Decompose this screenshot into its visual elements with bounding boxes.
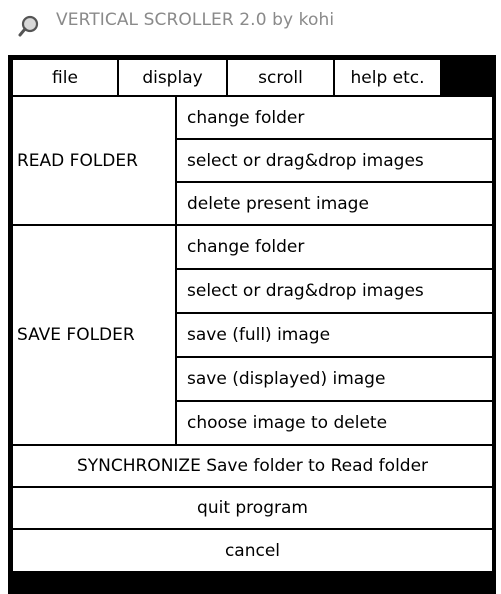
- tab-scroll[interactable]: scroll: [227, 59, 334, 96]
- read-folder-label: READ FOLDER: [12, 96, 176, 225]
- title-bar: VERTICAL SCROLLER 2.0 by kohi: [0, 0, 501, 50]
- save-displayed-image-button[interactable]: save (displayed) image: [176, 357, 493, 401]
- save-full-image-button[interactable]: save (full) image: [176, 313, 493, 357]
- menu-panel: file display scroll help etc. READ FOLDE…: [8, 55, 496, 594]
- save-folder-label: SAVE FOLDER: [12, 225, 176, 445]
- read-change-folder-button[interactable]: change folder: [176, 96, 493, 139]
- choose-image-to-delete-button[interactable]: choose image to delete: [176, 401, 493, 445]
- delete-present-image-button[interactable]: delete present image: [176, 182, 493, 225]
- tab-help-etc[interactable]: help etc.: [334, 59, 441, 96]
- synchronize-button[interactable]: SYNCHRONIZE Save folder to Read folder: [12, 445, 493, 487]
- save-change-folder-button[interactable]: change folder: [176, 225, 493, 269]
- cancel-button[interactable]: cancel: [12, 529, 493, 572]
- read-select-images-button[interactable]: select or drag&drop images: [176, 139, 493, 182]
- search-icon: [18, 15, 39, 37]
- save-select-images-button[interactable]: select or drag&drop images: [176, 269, 493, 313]
- window-title: VERTICAL SCROLLER 2.0 by kohi: [56, 10, 335, 30]
- quit-program-button[interactable]: quit program: [12, 487, 493, 529]
- tab-display[interactable]: display: [118, 59, 227, 96]
- tab-file[interactable]: file: [12, 59, 118, 96]
